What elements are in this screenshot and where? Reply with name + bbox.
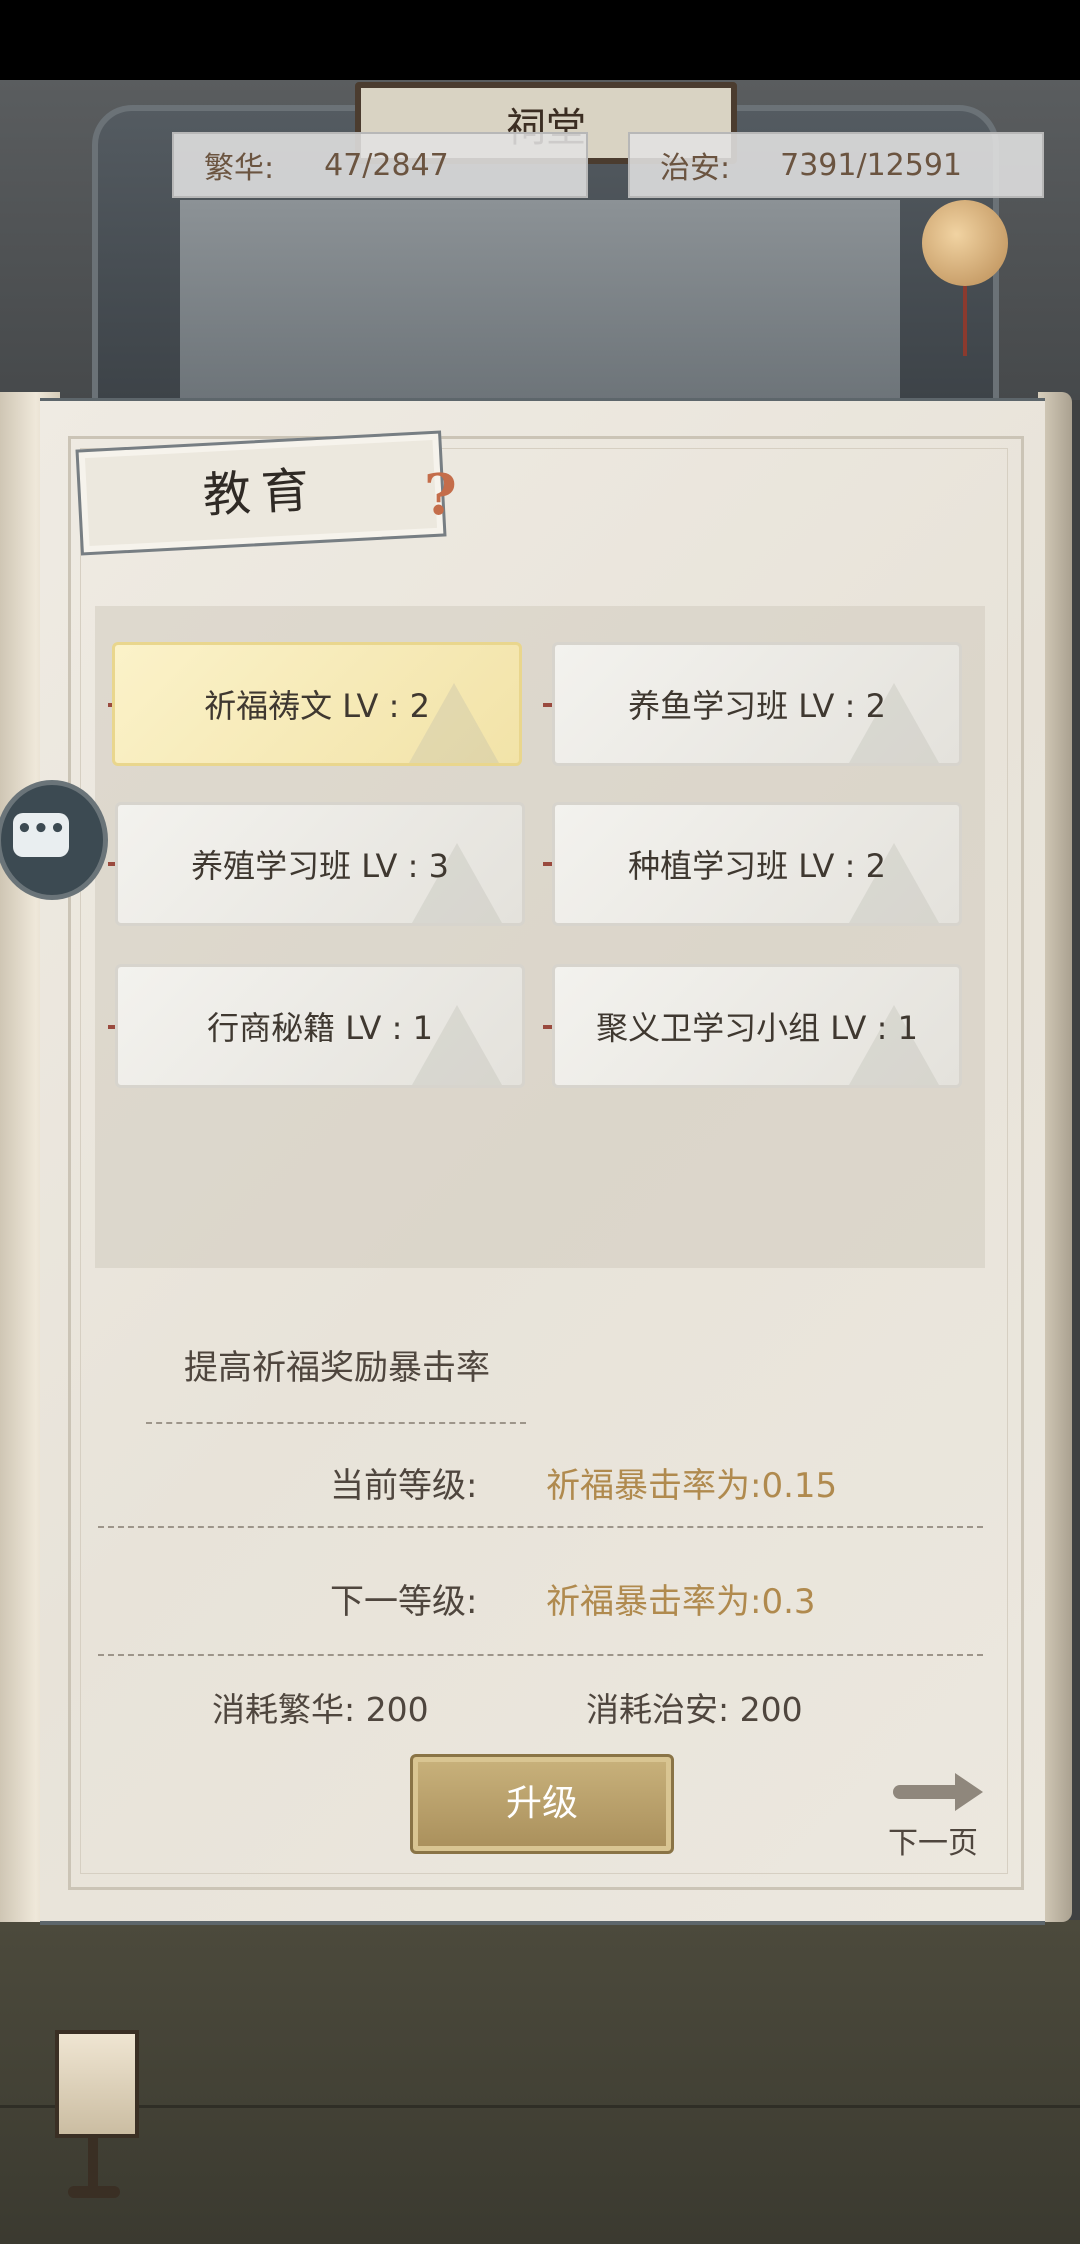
lantern-icon xyxy=(922,200,1008,286)
cost-prosperity: 消耗繁华: 200 xyxy=(212,1690,429,1729)
skill-card-fish[interactable]: 养鱼学习班 LV : 2 xyxy=(552,642,962,766)
prosperity-label: 繁华: xyxy=(204,151,275,186)
skill-card-label: 祈福祷文 LV : 2 xyxy=(204,687,430,725)
lamp-base xyxy=(68,2186,120,2198)
prosperity-stat: 繁华: 47/2847 xyxy=(172,132,588,198)
skill-description: 提高祈福奖励暴击率 xyxy=(184,1348,490,1388)
skill-card-label: 聚义卫学习小组 LV : 1 xyxy=(596,1009,918,1047)
chat-icon: ••• xyxy=(13,813,69,857)
current-level-value: 祈福暴击率为:0.15 xyxy=(546,1466,838,1506)
skill-card-label: 养殖学习班 LV : 3 xyxy=(191,847,449,885)
skill-card-planting[interactable]: 种植学习班 LV : 2 xyxy=(552,802,962,926)
panel-title-tab: 教育 xyxy=(75,430,447,556)
next-page-arrow-icon[interactable] xyxy=(893,1773,983,1811)
skill-card-trade[interactable]: 行商秘籍 LV : 1 xyxy=(115,964,525,1088)
security-label: 治安: xyxy=(660,151,731,186)
divider xyxy=(146,1422,526,1424)
floor-divider xyxy=(0,2105,1080,2108)
upgrade-button[interactable]: 升级 xyxy=(410,1754,674,1854)
next-level-value: 祈福暴击率为:0.3 xyxy=(546,1582,816,1622)
security-stat: 治安: 7391/12591 xyxy=(628,132,1044,198)
cost-security: 消耗治安: 200 xyxy=(586,1690,803,1729)
next-level-label: 下一等级: xyxy=(330,1582,478,1622)
paper-lamp-icon[interactable] xyxy=(55,2030,139,2138)
skill-card-breeding[interactable]: 养殖学习班 LV : 3 xyxy=(115,802,525,926)
next-page-label[interactable]: 下一页 xyxy=(888,1818,978,1862)
shrine-interior xyxy=(180,200,900,400)
help-icon[interactable]: ? xyxy=(424,462,457,528)
current-level-label: 当前等级: xyxy=(330,1466,478,1506)
status-bar xyxy=(0,0,1080,80)
lamp-stand xyxy=(88,2135,98,2190)
floor-background xyxy=(0,1920,1080,2244)
skill-card-label: 养鱼学习班 LV : 2 xyxy=(628,687,886,725)
skill-card-prayer[interactable]: 祈福祷文 LV : 2 xyxy=(112,642,522,766)
chat-button[interactable]: ••• xyxy=(0,780,108,900)
panel-title: 教育 xyxy=(201,462,321,524)
divider xyxy=(98,1654,983,1656)
skill-card-label: 行商秘籍 LV : 1 xyxy=(207,1009,433,1047)
skill-card-guard[interactable]: 聚义卫学习小组 LV : 1 xyxy=(552,964,962,1088)
prosperity-value: 47/2847 xyxy=(324,147,449,183)
skill-card-label: 种植学习班 LV : 2 xyxy=(628,847,886,885)
divider xyxy=(98,1526,983,1528)
security-value: 7391/12591 xyxy=(780,147,962,183)
lantern-tassel xyxy=(963,286,967,356)
